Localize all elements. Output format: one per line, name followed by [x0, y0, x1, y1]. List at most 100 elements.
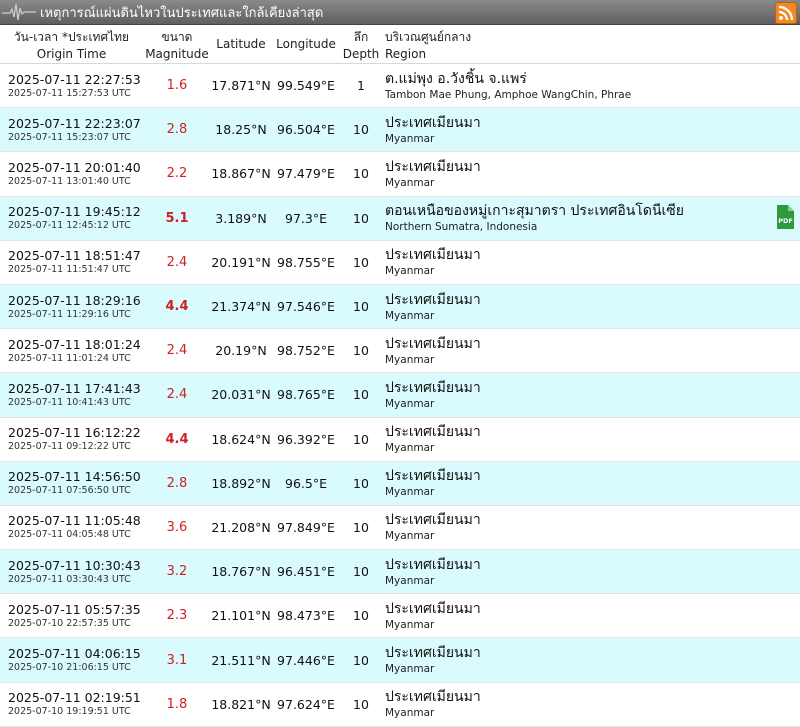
column-header-magnitude[interactable]: ขนาด Magnitude: [143, 25, 211, 63]
region-cell[interactable]: ประเทศเมียนมา Myanmar: [381, 152, 800, 195]
magnitude-cell: 3.2: [166, 564, 188, 580]
column-header-latitude[interactable]: Latitude: [211, 25, 271, 63]
table-row[interactable]: 2025-07-11 05:57:35 2025-07-10 22:57:35 …: [0, 594, 800, 639]
region-cell[interactable]: ตอนเหนือของหมู่เกาะสุมาตรา ประเทศอินโดนี…: [381, 197, 800, 240]
region-thai: ประเทศเมียนมา: [385, 247, 481, 264]
region-thai: ประเทศเมียนมา: [385, 291, 481, 308]
region-english: Myanmar: [385, 663, 435, 676]
depth-cell: 10: [353, 210, 369, 226]
region-thai: ต.แม่พุง อ.วังชิ้น จ.แพร่: [385, 70, 527, 87]
table-row[interactable]: 2025-07-11 04:06:15 2025-07-10 21:06:15 …: [0, 638, 800, 683]
region-cell[interactable]: ประเทศเมียนมา Myanmar: [381, 683, 800, 726]
region-cell[interactable]: ประเทศเมียนมา Myanmar: [381, 550, 800, 593]
magnitude-cell: 1.6: [166, 78, 188, 94]
longitude-cell: 97.849°E: [277, 519, 335, 535]
table-row[interactable]: 2025-07-11 18:29:16 2025-07-11 11:29:16 …: [0, 284, 800, 330]
region-cell[interactable]: ประเทศเมียนมา Myanmar: [381, 462, 800, 505]
region-english: Myanmar: [385, 442, 435, 455]
local-time: 2025-07-11 22:27:53: [8, 71, 141, 87]
magnitude-cell: 2.3: [166, 608, 188, 624]
local-time: 2025-07-11 20:01:40: [8, 159, 141, 175]
depth-cell: 10: [353, 387, 369, 403]
origin-time-cell: 2025-07-11 18:01:24 2025-07-11 11:01:24 …: [0, 329, 143, 372]
longitude-cell: 97.446°E: [277, 652, 335, 668]
longitude-cell: 97.624°E: [277, 696, 335, 712]
magnitude-cell: 2.4: [166, 254, 188, 270]
table-row[interactable]: 2025-07-11 11:05:48 2025-07-11 04:05:48 …: [0, 506, 800, 551]
table-row[interactable]: 2025-07-11 14:56:50 2025-07-11 07:56:50 …: [0, 461, 800, 506]
local-time: 2025-07-11 10:30:43: [8, 557, 141, 573]
depth-cell: 10: [353, 254, 369, 270]
origin-time-cell: 2025-07-11 22:23:07 2025-07-11 15:23:07 …: [0, 108, 143, 151]
origin-time-cell: 2025-07-11 02:19:51 2025-07-10 19:19:51 …: [0, 683, 143, 726]
region-english: Northern Sumatra, Indonesia: [385, 221, 538, 234]
depth-cell: 10: [353, 475, 369, 491]
region-cell[interactable]: ประเทศเมียนมา Myanmar: [381, 108, 800, 151]
depth-cell: 10: [353, 608, 369, 624]
table-row[interactable]: 2025-07-11 22:27:53 2025-07-11 15:27:53 …: [0, 64, 800, 109]
utc-time: 2025-07-11 10:41:43 UTC: [8, 396, 131, 408]
local-time: 2025-07-11 18:51:47: [8, 248, 141, 264]
local-time: 2025-07-11 18:01:24: [8, 336, 141, 352]
local-time: 2025-07-11 19:45:12: [8, 204, 141, 220]
origin-time-cell: 2025-07-11 17:41:43 2025-07-11 10:41:43 …: [0, 373, 143, 416]
pdf-icon[interactable]: PDF: [774, 204, 796, 230]
origin-time-cell: 2025-07-11 14:56:50 2025-07-11 07:56:50 …: [0, 462, 143, 505]
magnitude-cell: 1.8: [166, 696, 188, 712]
column-header-region[interactable]: บริเวณศูนย์กลาง Region: [381, 25, 800, 63]
region-english: Myanmar: [385, 574, 435, 587]
table-row[interactable]: 2025-07-11 17:41:43 2025-07-11 10:41:43 …: [0, 373, 800, 418]
region-cell[interactable]: ประเทศเมียนมา Myanmar: [381, 329, 800, 372]
magnitude-cell: 2.4: [166, 343, 188, 359]
column-header-depth[interactable]: ลึก Depth: [341, 25, 381, 63]
region-cell[interactable]: ประเทศเมียนมา Myanmar: [381, 241, 800, 284]
region-thai: ประเทศเมียนมา: [385, 114, 481, 131]
region-cell[interactable]: ประเทศเมียนมา Myanmar: [381, 506, 800, 549]
region-thai: ประเทศเมียนมา: [385, 600, 481, 617]
table-row[interactable]: 2025-07-11 10:30:43 2025-07-11 03:30:43 …: [0, 550, 800, 595]
region-cell[interactable]: ประเทศเมียนมา Myanmar: [381, 373, 800, 416]
magnitude-cell: 4.4: [165, 299, 189, 315]
depth-cell: 10: [353, 166, 369, 182]
column-header-longitude[interactable]: Longitude: [271, 25, 341, 63]
region-thai: ประเทศเมียนมา: [385, 556, 481, 573]
table-row[interactable]: 2025-07-11 18:51:47 2025-07-11 11:51:47 …: [0, 241, 800, 285]
table-row[interactable]: 2025-07-11 02:19:51 2025-07-10 19:19:51 …: [0, 683, 800, 727]
region-thai: ประเทศเมียนมา: [385, 158, 481, 175]
latitude-cell: 17.871°N: [211, 78, 271, 94]
region-cell[interactable]: ประเทศเมียนมา Myanmar: [381, 638, 800, 681]
longitude-cell: 98.755°E: [277, 254, 335, 270]
region-cell[interactable]: ต.แม่พุง อ.วังชิ้น จ.แพร่ Tambon Mae Phu…: [381, 64, 800, 107]
region-english: Myanmar: [385, 486, 435, 499]
table-row[interactable]: 2025-07-11 18:01:24 2025-07-11 11:01:24 …: [0, 329, 800, 374]
rss-icon[interactable]: [775, 2, 797, 24]
region-cell[interactable]: ประเทศเมียนมา Myanmar: [381, 594, 800, 637]
origin-time-cell: 2025-07-11 18:51:47 2025-07-11 11:51:47 …: [0, 241, 143, 284]
region-thai: ประเทศเมียนมา: [385, 645, 481, 662]
region-english: Myanmar: [385, 618, 435, 631]
latitude-cell: 18.821°N: [211, 696, 271, 712]
local-time: 2025-07-11 11:05:48: [8, 513, 141, 529]
latitude-cell: 18.867°N: [211, 166, 271, 182]
region-cell[interactable]: ประเทศเมียนมา Myanmar: [381, 285, 800, 328]
local-time: 2025-07-11 17:41:43: [8, 380, 141, 396]
table-row[interactable]: 2025-07-11 19:45:12 2025-07-11 12:45:12 …: [0, 196, 800, 241]
table-header: วัน-เวลา *ประเทศไทย Origin Time ขนาด Mag…: [0, 25, 800, 64]
region-english: Myanmar: [385, 707, 435, 720]
magnitude-cell: 2.4: [166, 387, 188, 403]
table-row[interactable]: 2025-07-11 20:01:40 2025-07-11 13:01:40 …: [0, 152, 800, 197]
region-english: Myanmar: [385, 309, 435, 322]
region-thai: ประเทศเมียนมา: [385, 689, 481, 706]
longitude-cell: 98.752°E: [277, 343, 335, 359]
region-thai: ประเทศเมียนมา: [385, 512, 481, 529]
column-header-time-th: วัน-เวลา *ประเทศไทย: [13, 29, 130, 44]
longitude-cell: 99.549°E: [277, 78, 335, 94]
region-cell[interactable]: ประเทศเมียนมา Myanmar: [381, 418, 800, 461]
depth-cell: 10: [353, 519, 369, 535]
table-row[interactable]: 2025-07-11 16:12:22 2025-07-11 09:12:22 …: [0, 418, 800, 462]
longitude-cell: 96.451°E: [277, 564, 335, 580]
column-header-region-th: บริเวณศูนย์กลาง: [385, 29, 472, 44]
table-row[interactable]: 2025-07-11 22:23:07 2025-07-11 15:23:07 …: [0, 108, 800, 153]
column-header-time[interactable]: วัน-เวลา *ประเทศไทย Origin Time: [0, 25, 143, 63]
latitude-cell: 20.191°N: [211, 254, 271, 270]
